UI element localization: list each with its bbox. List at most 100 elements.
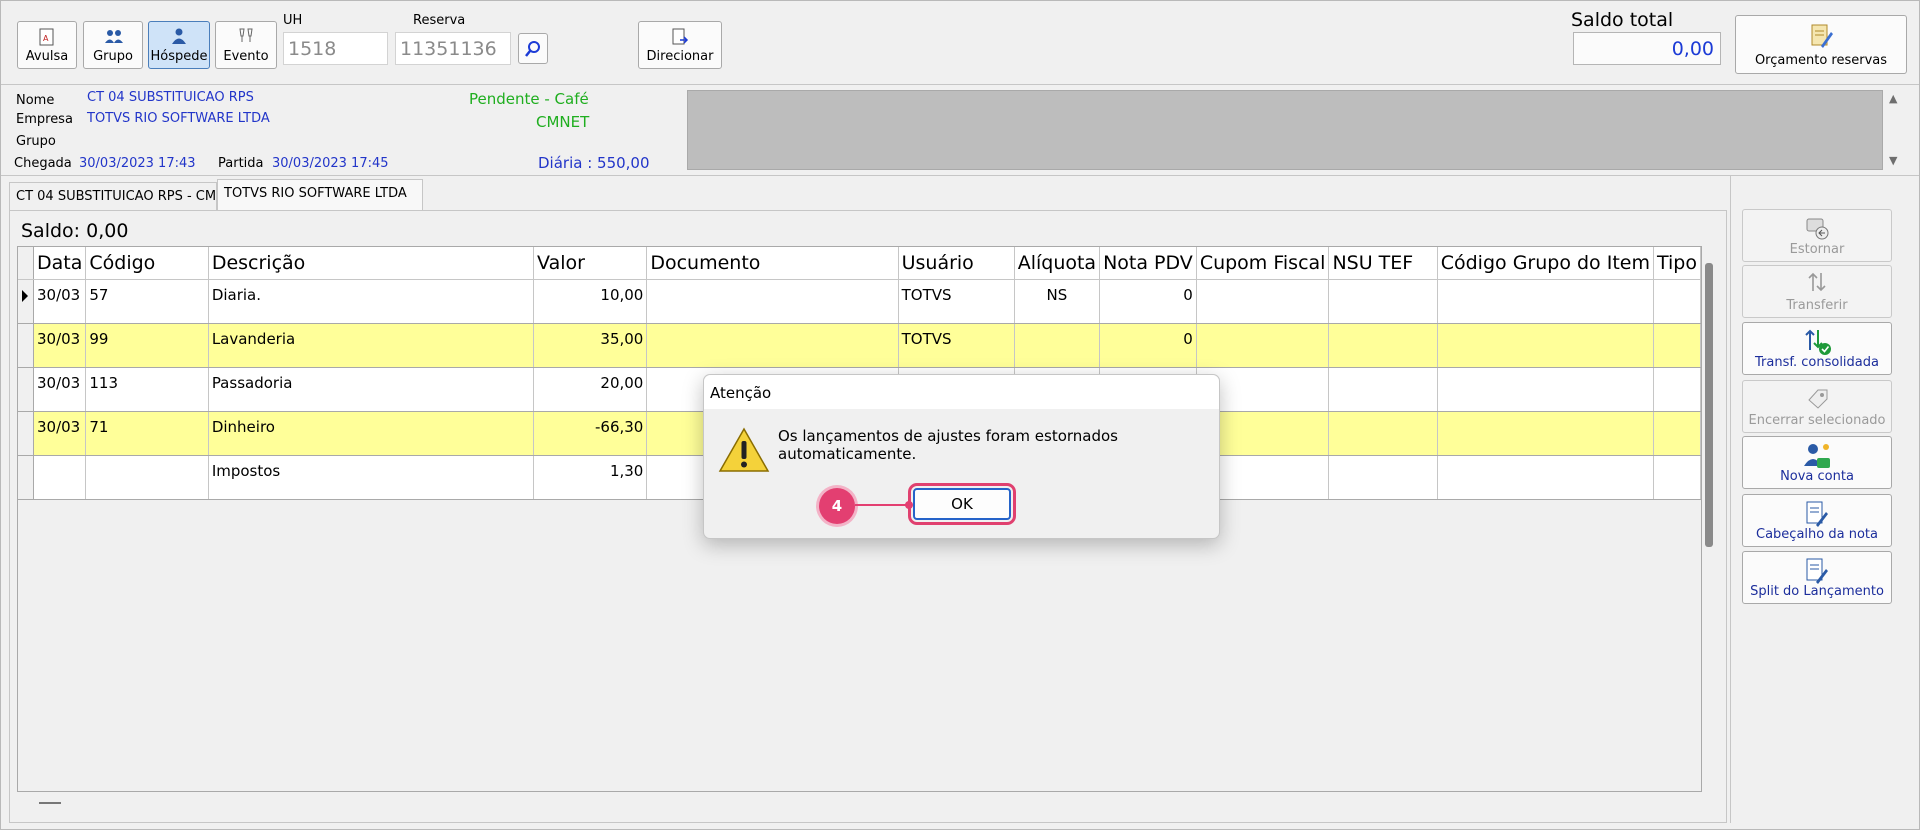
nova-conta-button[interactable]: Nova conta: [1742, 436, 1892, 489]
cell-aliquota: [1014, 323, 1101, 368]
reverse-icon: [1803, 215, 1831, 245]
cell-empty: [1653, 367, 1701, 412]
row-indicator: [18, 411, 34, 456]
hospede-button[interactable]: Hóspede: [148, 21, 210, 69]
cell-empty: [1328, 411, 1438, 456]
cell-valor: 20,00: [533, 367, 648, 412]
cell-empty: [1653, 323, 1701, 368]
cell-descricao: Diaria.: [208, 279, 535, 324]
cell-empty: [1437, 323, 1654, 368]
actions-panel: Estornar Transferir Transf. consolidada …: [1730, 176, 1919, 823]
diaria-value: Diária : 550,00: [538, 154, 650, 172]
direcionar-label: Direcionar: [646, 49, 714, 64]
cell-codigo: 99: [85, 323, 209, 368]
cell-nota: 0: [1099, 279, 1197, 324]
dialog-title: Atenção: [704, 375, 1219, 409]
col-tipo[interactable]: Tipo: [1653, 247, 1701, 280]
empresa-label: Empresa: [16, 112, 73, 127]
direcionar-button[interactable]: Direcionar: [638, 21, 722, 69]
col-descricao[interactable]: Descrição: [208, 247, 535, 280]
toolbar: A Avulsa Grupo Hóspede Evento UH 1518 Re…: [1, 1, 1919, 85]
transf-consolidada-button[interactable]: Transf. consolidada: [1742, 322, 1892, 375]
avulsa-label: Avulsa: [25, 49, 69, 64]
cell-empty: [1653, 279, 1701, 324]
cell-data: 30/03: [33, 323, 87, 368]
tab-ct04[interactable]: CT 04 SUBSTITUICAO RPS - CM: [9, 182, 217, 210]
col-valor[interactable]: Valor: [533, 247, 648, 280]
transferir-label: Transferir: [1786, 298, 1848, 313]
transf-consolidada-label: Transf. consolidada: [1755, 355, 1879, 370]
notes-scrollbar[interactable]: ▲ ▼: [1885, 90, 1905, 170]
encerrar-selecionado-label: Encerrar selecionado: [1748, 413, 1886, 428]
ok-button[interactable]: OK: [908, 483, 1016, 525]
row-indicator: [18, 279, 34, 324]
cell-aliquota: NS: [1014, 279, 1101, 324]
cell-descricao: Lavanderia: [208, 323, 535, 368]
cell-data: [33, 455, 87, 500]
cell-empty: [1437, 411, 1654, 456]
guest-info-panel: Nome CT 04 SUBSTITUICAO RPS Empresa TOTV…: [1, 86, 1919, 176]
table-row[interactable]: 30/03 99 Lavanderia 35,00 TOTVS 0: [18, 323, 1701, 368]
estornar-button[interactable]: Estornar: [1742, 209, 1892, 262]
reserva-label: Reserva: [413, 13, 466, 28]
cabecalho-nota-label: Cabeçalho da nota: [1756, 527, 1878, 542]
col-usuario[interactable]: Usuário: [898, 247, 1015, 280]
cell-usuario: TOTVS: [898, 323, 1015, 368]
estornar-label: Estornar: [1789, 242, 1845, 257]
col-nsu-tef[interactable]: NSU TEF: [1328, 247, 1438, 280]
document-icon: A: [38, 28, 56, 46]
transferir-button[interactable]: Transferir: [1742, 265, 1892, 318]
cell-empty: [1653, 455, 1701, 500]
cell-documento: [646, 279, 899, 324]
scroll-down-icon[interactable]: ▼: [1889, 154, 1897, 167]
saldo-total-label: Saldo total: [1571, 9, 1674, 31]
uh-label: UH: [283, 13, 303, 28]
cell-valor: 10,00: [533, 279, 648, 324]
cell-empty: [1328, 279, 1438, 324]
grid-hscroll-handle[interactable]: [39, 802, 61, 804]
reserva-input[interactable]: 11351136: [395, 32, 511, 65]
grid-scrollbar[interactable]: [1705, 263, 1713, 547]
cell-empty: [1328, 367, 1438, 412]
grid-header: Data Código Descrição Valor Documento Us…: [18, 247, 1701, 280]
cell-codigo: 71: [85, 411, 209, 456]
cell-descricao: Impostos: [208, 455, 535, 500]
cell-valor: -66,30: [533, 411, 648, 456]
cell-empty: [1196, 323, 1330, 368]
cell-empty: [1196, 279, 1330, 324]
scroll-up-icon[interactable]: ▲: [1889, 92, 1897, 105]
col-documento[interactable]: Documento: [646, 247, 899, 280]
cell-empty: [1653, 411, 1701, 456]
grupo-button[interactable]: Grupo: [83, 21, 143, 69]
cell-codigo: [85, 455, 209, 500]
person-icon: [170, 28, 188, 44]
cell-data: 30/03: [33, 367, 87, 412]
encerrar-selecionado-button[interactable]: Encerrar selecionado: [1742, 380, 1892, 433]
col-codigo[interactable]: Código: [85, 247, 209, 280]
tab-totvs[interactable]: TOTVS RIO SOFTWARE LTDA: [217, 179, 423, 210]
col-codigo-grupo[interactable]: Código Grupo do Item: [1437, 247, 1654, 280]
split-lancamento-button[interactable]: Split do Lançamento: [1742, 551, 1892, 604]
cell-codigo: 113: [85, 367, 209, 412]
step-badge: 4: [819, 488, 855, 524]
col-data[interactable]: Data: [33, 247, 87, 280]
status-line-1: Pendente - Café: [469, 90, 589, 108]
row-indicator: [18, 455, 34, 500]
col-nota-pdv[interactable]: Nota PDV: [1099, 247, 1197, 280]
search-button[interactable]: [518, 33, 548, 64]
evento-button[interactable]: Evento: [215, 21, 277, 69]
table-row[interactable]: 30/03 57 Diaria. 10,00 TOTVS NS 0: [18, 279, 1701, 324]
budget-icon: [1807, 22, 1835, 54]
grupo-label: Grupo: [93, 49, 133, 64]
cabecalho-nota-button[interactable]: Cabeçalho da nota: [1742, 494, 1892, 547]
nome-value: CT 04 SUBSTITUICAO RPS: [87, 90, 254, 105]
main-window: A Avulsa Grupo Hóspede Evento UH 1518 Re…: [0, 0, 1920, 830]
partida-label: Partida: [218, 156, 264, 171]
orcamento-reservas-button[interactable]: Orçamento reservas: [1735, 15, 1907, 74]
avulsa-button[interactable]: A Avulsa: [17, 21, 77, 69]
cell-empty: [1437, 367, 1654, 412]
glasses-icon: [237, 28, 255, 44]
col-aliquota[interactable]: Alíquota: [1014, 247, 1101, 280]
uh-input[interactable]: 1518: [283, 32, 388, 65]
col-cupom-fiscal[interactable]: Cupom Fiscal: [1196, 247, 1330, 280]
